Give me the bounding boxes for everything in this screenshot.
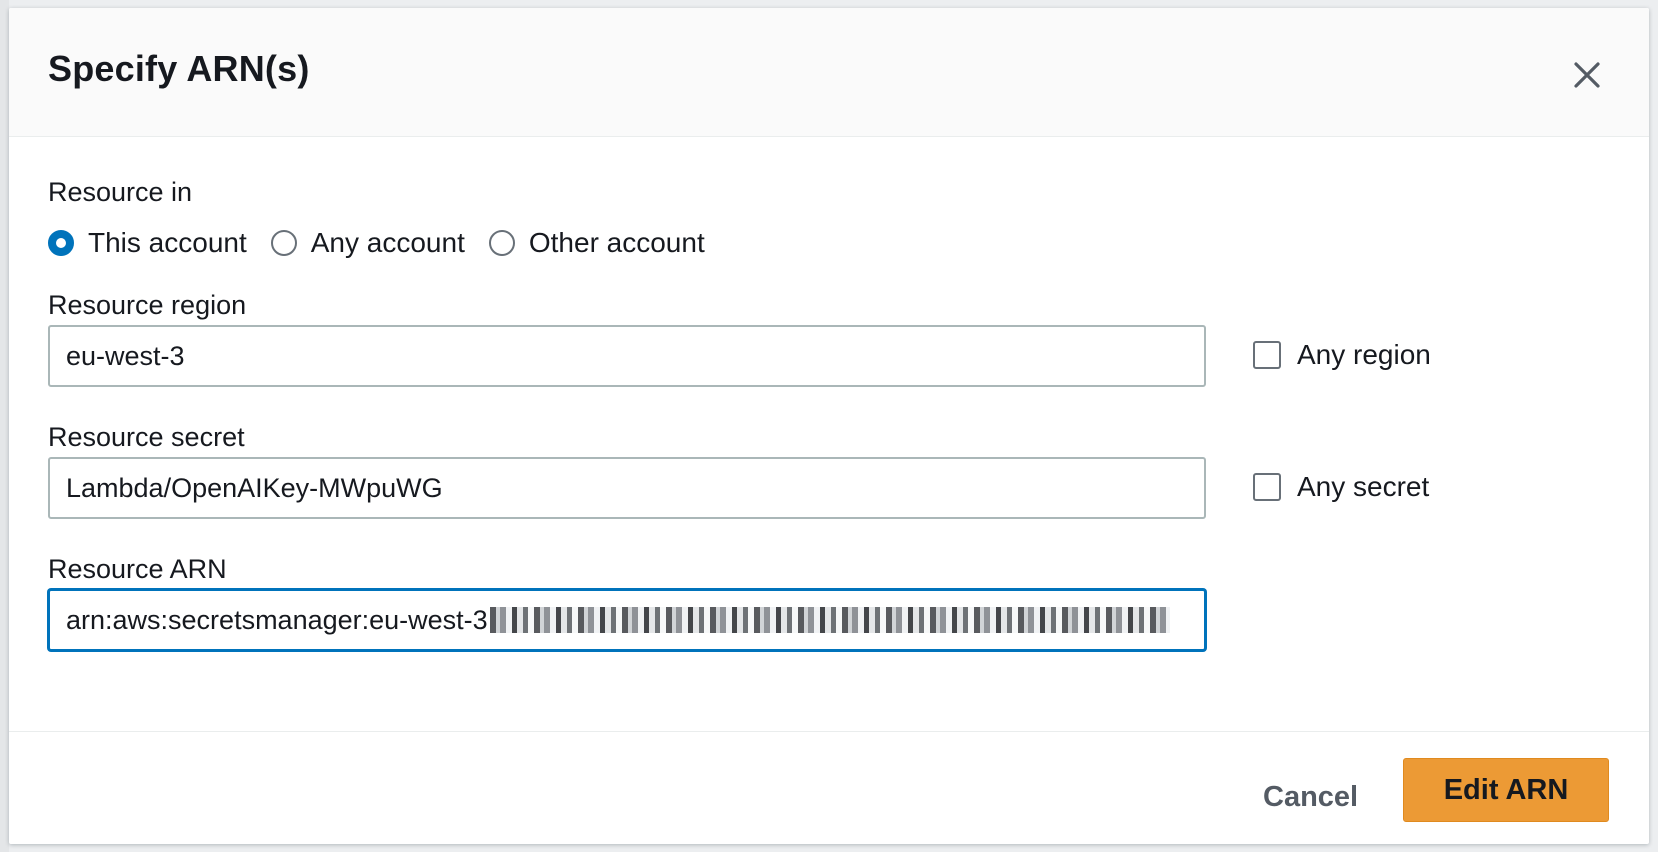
redacted-arn-suffix [489, 607, 1170, 633]
cancel-button[interactable]: Cancel [1239, 766, 1382, 828]
resource-secret-input[interactable]: Lambda/OpenAIKey-MWpuWG [48, 457, 1206, 519]
radio-label: This account [88, 227, 247, 258]
radio-button[interactable] [270, 230, 297, 256]
resource-in-label: Resource in [48, 177, 193, 207]
radio-button-checked[interactable] [48, 230, 74, 256]
resource-region-input[interactable]: eu-west-3 [48, 325, 1206, 387]
checkbox[interactable] [1253, 341, 1281, 369]
close-button[interactable] [1565, 53, 1609, 97]
resource-arn-input[interactable]: arn:aws:secretsmanager:eu-west-3 [48, 589, 1206, 651]
any-region-label: Any region [1297, 339, 1431, 370]
specify-arn-modal: Specify ARN(s) Resource in This account … [9, 8, 1649, 844]
modal-title: Specify ARN(s) [48, 48, 310, 89]
resource-secret-value: Lambda/OpenAIKey-MWpuWG [66, 472, 443, 503]
modal-footer: Cancel Edit ARN [9, 732, 1649, 844]
resource-in-radio-group: This account Any account Other account [48, 227, 729, 259]
radio-this-account[interactable]: This account [48, 227, 247, 259]
resource-secret-label: Resource secret [48, 422, 245, 452]
resource-region-value: eu-west-3 [66, 340, 185, 371]
radio-label: Any account [310, 227, 465, 258]
edit-arn-button[interactable]: Edit ARN [1403, 758, 1609, 822]
checkbox[interactable] [1253, 473, 1281, 501]
radio-button[interactable] [488, 230, 515, 256]
close-icon [1574, 62, 1600, 88]
resource-arn-value: arn:aws:secretsmanager:eu-west-3 [66, 604, 488, 635]
page-backdrop [0, 0, 9, 852]
radio-label: Other account [528, 227, 705, 258]
modal-header: Specify ARN(s) [9, 8, 1649, 137]
modal-body: Resource in This account Any account Oth… [9, 137, 1649, 732]
radio-other-account[interactable]: Other account [488, 227, 705, 259]
resource-region-label: Resource region [48, 290, 247, 320]
any-secret-checkbox[interactable]: Any secret [1253, 471, 1429, 503]
any-region-checkbox[interactable]: Any region [1253, 339, 1431, 371]
radio-any-account[interactable]: Any account [270, 227, 465, 259]
resource-arn-label: Resource ARN [48, 554, 227, 584]
any-secret-label: Any secret [1297, 471, 1430, 502]
